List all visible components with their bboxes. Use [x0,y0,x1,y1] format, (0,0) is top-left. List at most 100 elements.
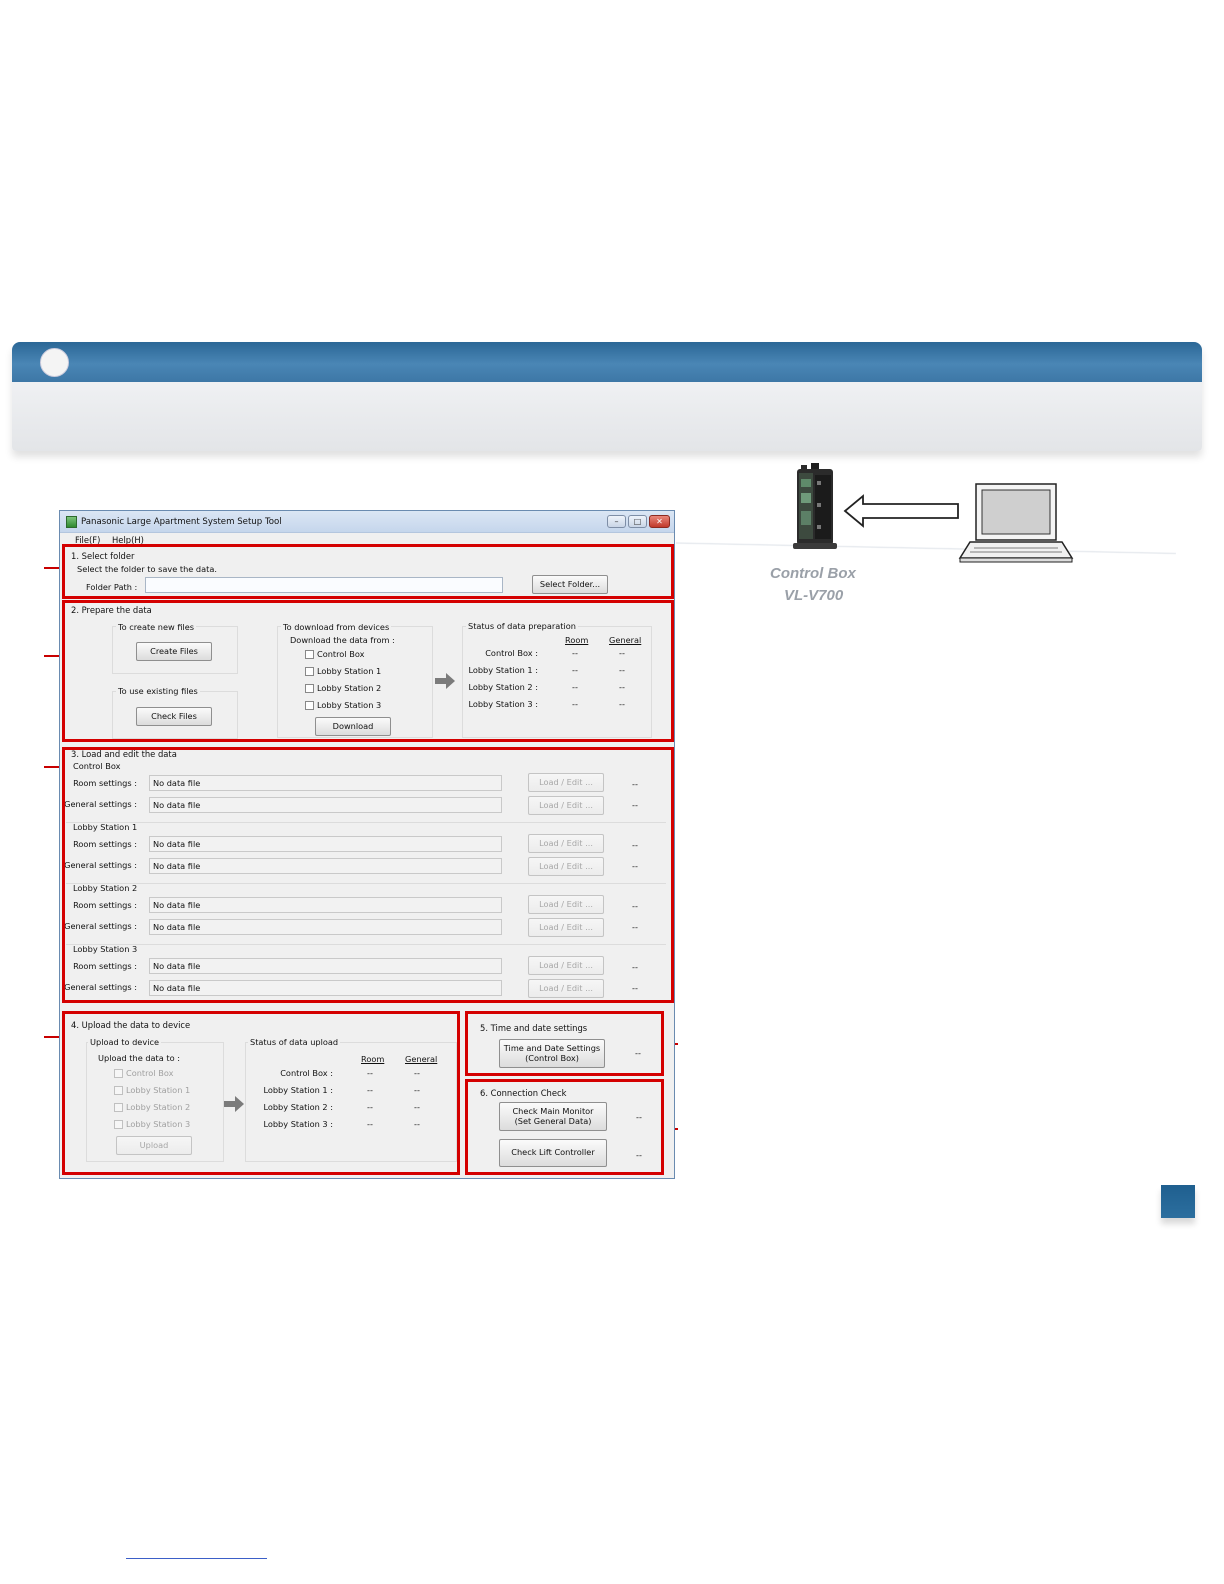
room-file-field: No data file [149,836,502,852]
floor-line [675,537,1177,560]
minimize-button[interactable]: – [607,515,626,528]
prep-status-header-general: General [609,635,642,645]
callout-tick-3 [44,766,59,768]
prep-status-header-room: Room [565,635,589,645]
upload-control-box-checkbox[interactable] [114,1069,123,1078]
folder-path-input[interactable] [145,577,503,593]
general-settings-label: General settings : [64,921,137,931]
arrow-right-icon [224,1096,244,1112]
menu-file[interactable]: File(F) [75,535,100,545]
upload-status-room: -- [367,1085,373,1095]
general-status: -- [632,800,638,810]
download-option-lobby-3: Lobby Station 3 [317,700,382,710]
load-edit-button[interactable]: Load / Edit ... [528,773,604,792]
arrow-right-icon [435,673,455,689]
close-button[interactable]: ✕ [649,515,670,528]
upload-button[interactable]: Upload [116,1136,192,1155]
load-edit-button[interactable]: Load / Edit ... [528,796,604,815]
upload-lobby-1-checkbox[interactable] [114,1086,123,1095]
laptop-icon [958,483,1074,563]
device-name: Lobby Station 2 [73,883,138,893]
banner-bar [12,342,1202,382]
upload-status-room: -- [367,1102,373,1112]
prep-status-general: -- [619,682,625,692]
prep-status-room: -- [572,682,578,692]
general-settings-label: General settings : [64,860,137,870]
upload-status-room: -- [367,1119,373,1129]
download-option-lobby-1: Lobby Station 1 [317,666,382,676]
upload-status-room: -- [367,1068,373,1078]
check-files-button[interactable]: Check Files [136,707,212,726]
time-date-button-line2: (Control Box) [525,1052,579,1063]
section1-title: 1. Select folder [71,551,135,561]
create-files-button[interactable]: Create Files [136,642,212,661]
upload-status-general: -- [414,1085,420,1095]
load-edit-button[interactable]: Load / Edit ... [528,834,604,853]
check-main-monitor-button[interactable]: Check Main Monitor (Set General Data) [499,1102,607,1131]
folder-path-label: Folder Path : [86,582,138,592]
download-button[interactable]: Download [315,717,391,736]
main-monitor-button-line2: (Set General Data) [514,1115,592,1126]
upload-option-control-box: Control Box [126,1068,174,1078]
time-date-settings-button[interactable]: Time and Date Settings (Control Box) [499,1039,605,1068]
page-number-tab [1161,1185,1195,1218]
download-lobby-2-checkbox[interactable] [305,684,314,693]
download-lobby-3-checkbox[interactable] [305,701,314,710]
prep-status-label: Lobby Station 1 : [468,665,538,675]
load-edit-button[interactable]: Load / Edit ... [528,979,604,998]
download-control-box-checkbox[interactable] [305,650,314,659]
room-status: -- [632,962,638,972]
load-edit-button[interactable]: Load / Edit ... [528,857,604,876]
callout-tick-1 [44,567,59,569]
setup-tool-window: Panasonic Large Apartment System Setup T… [59,510,675,1179]
check-lift-controller-button[interactable]: Check Lift Controller [499,1139,607,1167]
divider [66,822,666,823]
select-folder-button[interactable]: Select Folder... [532,575,608,594]
download-lobby-1-checkbox[interactable] [305,667,314,676]
upload-to-label: Upload the data to : [98,1053,180,1063]
general-file-field: No data file [149,919,502,935]
upload-status-general: -- [414,1119,420,1129]
upload-status-label: Lobby Station 1 : [263,1085,333,1095]
upload-group-title: Upload to device [88,1037,162,1047]
load-edit-button[interactable]: Load / Edit ... [528,918,604,937]
time-date-status: -- [635,1048,641,1058]
upload-lobby-3-checkbox[interactable] [114,1120,123,1129]
general-file-field: No data file [149,858,502,874]
room-settings-label: Room settings : [73,778,137,788]
control-box-device-icon [793,463,837,549]
upload-status-label: Lobby Station 2 : [263,1102,333,1112]
header-banner [12,342,1202,451]
device-model: VL-V700 [784,587,844,604]
prep-status-general: -- [619,648,625,658]
upload-status-label: Lobby Station 3 : [263,1119,333,1129]
prep-status-room: -- [572,648,578,658]
footer-link-underline [126,1558,267,1559]
maximize-button[interactable]: □ [628,515,647,528]
upload-status-header-general: General [405,1054,438,1064]
app-icon [66,516,77,528]
general-status: -- [632,983,638,993]
menu-help[interactable]: Help(H) [112,535,144,545]
general-status: -- [632,861,638,871]
room-status: -- [632,779,638,789]
divider [66,883,666,884]
room-settings-label: Room settings : [73,900,137,910]
upload-status-general: -- [414,1102,420,1112]
room-file-field: No data file [149,775,502,791]
upload-option-lobby-1: Lobby Station 1 [126,1085,191,1095]
device-name: Lobby Station 1 [73,822,138,832]
callout-tick-2 [44,655,59,657]
section6-title: 6. Connection Check [480,1088,567,1098]
load-edit-button[interactable]: Load / Edit ... [528,895,604,914]
load-edit-button[interactable]: Load / Edit ... [528,956,604,975]
upload-status-general: -- [414,1068,420,1078]
download-option-control-box: Control Box [317,649,365,659]
room-file-field: No data file [149,897,502,913]
upload-lobby-2-checkbox[interactable] [114,1103,123,1112]
room-status: -- [632,840,638,850]
device-name: Control Box [73,761,121,771]
arrow-left-icon [843,494,959,528]
general-file-field: No data file [149,797,502,813]
main-monitor-status: -- [636,1112,642,1122]
